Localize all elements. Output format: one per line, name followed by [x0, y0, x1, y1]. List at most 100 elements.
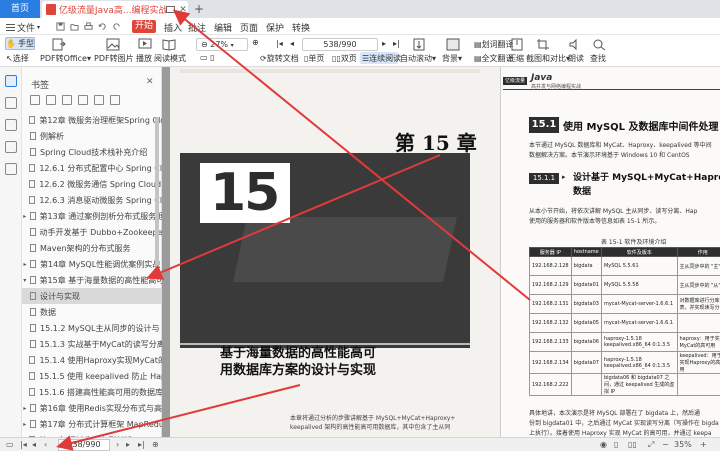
- bookmark-item[interactable]: 15.1.6 搭建高性能高可用的数据库的Mys: [22, 384, 162, 400]
- bookmark-caret-icon[interactable]: ▸: [22, 213, 28, 220]
- bookmark-item[interactable]: 15.1.5 使用 keepalived 防止 Haproxy: [22, 368, 162, 384]
- annotation-list-icon[interactable]: [5, 141, 17, 153]
- add-page-icon[interactable]: ⊕: [152, 440, 159, 449]
- print-icon[interactable]: [84, 22, 93, 31]
- zoom-in-icon[interactable]: +: [700, 440, 707, 449]
- new-tab-button[interactable]: +: [192, 2, 206, 16]
- menu-protect[interactable]: 保护: [266, 21, 284, 34]
- prev-arrow-icon[interactable]: ‹: [44, 440, 47, 449]
- double-page-button[interactable]: ▯▯双页: [332, 53, 357, 64]
- zoom-out-icon[interactable]: ⊖: [201, 40, 208, 49]
- compress-button[interactable]: 压缩: [508, 53, 524, 64]
- bookmark-item[interactable]: ▸ 第13章 通过案例剖析分布式服务框架: [22, 208, 162, 224]
- redo-icon[interactable]: [112, 22, 121, 31]
- screenshot-compare-button[interactable]: 截图和对比▾: [526, 53, 570, 64]
- menu-page[interactable]: 页面: [240, 21, 258, 34]
- bookmark-edit-icon[interactable]: [62, 95, 72, 105]
- bookmark-caret-icon[interactable]: ▸: [22, 405, 28, 412]
- last-page-icon[interactable]: ▸|: [138, 440, 145, 449]
- double-view-icon[interactable]: ▯▯: [628, 440, 637, 449]
- view-toggle-icon[interactable]: ▭: [6, 440, 14, 449]
- pdf-to-office-button[interactable]: PDF转Office▾: [40, 53, 91, 64]
- zoom-out-icon[interactable]: −: [662, 440, 669, 449]
- find-button[interactable]: 查找: [590, 53, 606, 64]
- play-button[interactable]: 播放: [136, 53, 152, 64]
- next-page-icon[interactable]: ▸: [382, 39, 386, 48]
- close-tab-icon[interactable]: ✕: [178, 5, 188, 15]
- thumbnail-icon[interactable]: [5, 97, 17, 109]
- bookmark-item[interactable]: 例解析: [22, 128, 162, 144]
- open-folder-icon[interactable]: [70, 22, 79, 31]
- bookmark-item[interactable]: 15.1.4 使用Haproxy实现MyCat的高: [22, 352, 162, 368]
- undo-icon[interactable]: [98, 22, 107, 31]
- next-arrow-icon[interactable]: ›: [116, 440, 119, 449]
- bookmark-expand-icon[interactable]: [30, 95, 40, 105]
- bookmark-item[interactable]: 15.1.3 实战基于MyCat的读写分离与: [22, 336, 162, 352]
- bookmark-scrollbar[interactable]: [153, 112, 161, 437]
- bookmark-item[interactable]: ▸ 第16章 使用Redis实现分布式与高效: [22, 400, 162, 416]
- status-page-input[interactable]: 538/990: [58, 439, 110, 451]
- select-tool-button[interactable]: ↖选择: [6, 53, 29, 64]
- single-page-button[interactable]: ▯单页: [304, 53, 324, 64]
- prev-page-icon[interactable]: ◂: [290, 39, 294, 48]
- bookmark-caret-icon[interactable]: ▸: [22, 421, 28, 428]
- document-tab[interactable]: 亿级流量Java高...编程实战 .pdf ✕: [42, 1, 188, 18]
- translate-word-button[interactable]: ▤划词翻译: [474, 39, 514, 50]
- file-menu[interactable]: 文件 ▾: [6, 21, 40, 34]
- scrollbar-thumb[interactable]: [155, 117, 159, 267]
- bookmark-item[interactable]: 第12章 微服务治理框架Spring Cloud: [22, 112, 162, 128]
- bookmark-add-icon[interactable]: [46, 95, 56, 105]
- bookmark-item[interactable]: 数据: [22, 304, 162, 320]
- auto-scroll-button[interactable]: 自动滚动▾: [400, 53, 436, 64]
- fit-icon[interactable]: ⤢: [648, 440, 654, 450]
- first-page-icon[interactable]: |◂: [276, 39, 283, 48]
- bookmark-item[interactable]: ▸ 第14章 MySQL性能调优案例实战: [22, 256, 162, 272]
- document-view[interactable]: 15 第 15 章 基于海量数据的高性能高可 用数据库方案的设计与实现 本章将通…: [162, 67, 720, 437]
- home-tab[interactable]: 首页: [0, 0, 40, 18]
- zoom-in-icon[interactable]: ⊕: [252, 38, 259, 47]
- last-page-icon[interactable]: ▸|: [393, 39, 400, 48]
- monitor-icon[interactable]: [166, 6, 176, 13]
- bookmark-item[interactable]: ▸ 第17章 分布式计算框架 MapReduce: [22, 416, 162, 432]
- bookmark-item[interactable]: 12.6.2 微服务通信 Spring Cloud Bus: [22, 176, 162, 192]
- bookmark-panel-icon[interactable]: [5, 75, 17, 87]
- bookmark-item[interactable]: 动手开发基于 Dubbo+Zookeeper+: [22, 224, 162, 240]
- zoom-select[interactable]: ⊖ 27% ▾: [196, 38, 248, 51]
- bookmark-item[interactable]: 12.6.1 分布式配置中心 Spring Cloud: [22, 160, 162, 176]
- bookmark-item[interactable]: ▾ 第15章 基于海量数据的高性能高可用: [22, 272, 162, 288]
- page-number-input[interactable]: 538/990: [302, 38, 378, 51]
- first-page-icon[interactable]: |◂: [20, 440, 27, 449]
- single-view-icon[interactable]: ▯: [614, 440, 618, 449]
- bookmark-caret-icon[interactable]: ▾: [22, 277, 28, 284]
- bookmark-item[interactable]: 设计与实现: [22, 288, 162, 304]
- next-page-icon[interactable]: ▸: [126, 440, 130, 449]
- bookmark-caret-icon[interactable]: ▸: [22, 261, 28, 268]
- attachment-icon[interactable]: [5, 119, 17, 131]
- background-button[interactable]: 背景▾: [442, 53, 462, 64]
- menu-annotate[interactable]: 批注: [188, 21, 206, 34]
- search-panel-icon[interactable]: [5, 163, 17, 175]
- bookmark-delete-icon[interactable]: [78, 95, 88, 105]
- menu-edit[interactable]: 编辑: [214, 21, 232, 34]
- eye-icon[interactable]: ◉: [600, 440, 607, 449]
- close-panel-icon[interactable]: ✕: [146, 77, 154, 87]
- bookmark-settings-icon[interactable]: [110, 95, 120, 105]
- fit-page-icon[interactable]: ▭: [200, 53, 208, 62]
- fit-width-icon[interactable]: ▯: [210, 53, 214, 62]
- hand-tool-button[interactable]: ✋ 手型: [5, 37, 35, 50]
- bookmark-item[interactable]: 12.6.3 消息驱动微服务 Spring Cloud: [22, 192, 162, 208]
- bookmark-item[interactable]: Spring Cloud技术栈补充介绍: [22, 144, 162, 160]
- read-aloud-button[interactable]: 朗读: [568, 53, 584, 64]
- bookmark-item[interactable]: Maven架构的分布式服务: [22, 240, 162, 256]
- bookmark-collapse-icon[interactable]: [94, 95, 104, 105]
- rotate-button[interactable]: ⟳旋转文档: [260, 53, 299, 64]
- continuous-read-button[interactable]: ☰连续阅读: [362, 53, 401, 64]
- menu-insert[interactable]: 插入: [164, 21, 182, 34]
- save-icon[interactable]: [56, 22, 65, 31]
- pdf-to-image-button[interactable]: PDF转图片: [94, 53, 134, 64]
- menu-convert[interactable]: 转换: [292, 21, 310, 34]
- bookmark-item[interactable]: 15.1.2 MySQL主从同步的设计与: [22, 320, 162, 336]
- prev-page-icon[interactable]: ◂: [32, 440, 36, 449]
- menu-start[interactable]: 开始: [132, 20, 156, 33]
- read-mode-button[interactable]: 阅读模式: [154, 53, 186, 64]
